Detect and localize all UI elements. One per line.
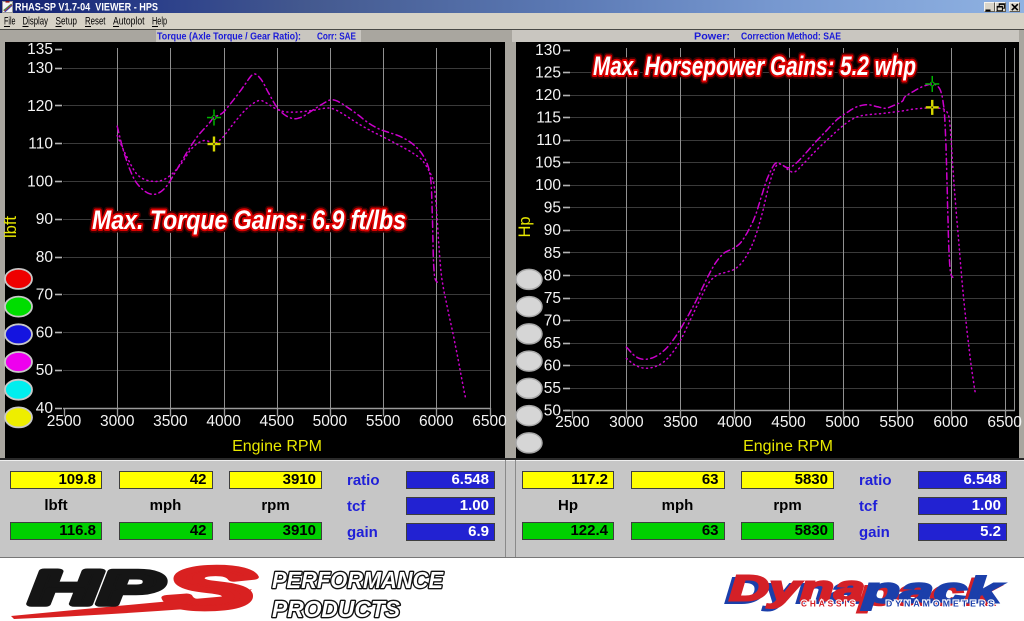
svg-text:70: 70 bbox=[36, 287, 54, 304]
svg-text:105: 105 bbox=[535, 155, 561, 172]
svg-text:60: 60 bbox=[544, 357, 562, 374]
svg-text:6000: 6000 bbox=[419, 413, 454, 430]
svg-text:Torque (Axle Torque / Gear Rat: Torque (Axle Torque / Gear Ratio): bbox=[157, 32, 301, 43]
svg-text:Setup: Setup bbox=[56, 16, 78, 28]
svg-text:75: 75 bbox=[544, 290, 561, 307]
svg-text:50: 50 bbox=[36, 362, 54, 379]
svg-text:110: 110 bbox=[28, 136, 53, 153]
svg-text:CHASSIS: CHASSIS bbox=[801, 599, 858, 609]
svg-text:HP: HP bbox=[30, 561, 163, 614]
svg-text:90: 90 bbox=[36, 211, 54, 228]
svg-text:95: 95 bbox=[544, 200, 561, 217]
svg-text:85: 85 bbox=[544, 245, 561, 262]
svg-text:6500: 6500 bbox=[987, 414, 1022, 431]
svg-text:70: 70 bbox=[544, 312, 562, 329]
svg-text:lbft: lbft bbox=[2, 216, 20, 238]
svg-text:2500: 2500 bbox=[555, 414, 590, 431]
svg-text:130: 130 bbox=[535, 42, 561, 59]
svg-text:DYNAMOMETERS: DYNAMOMETERS bbox=[886, 599, 997, 609]
svg-text:4000: 4000 bbox=[717, 414, 752, 431]
svg-text:65: 65 bbox=[544, 335, 561, 352]
svg-text:3000: 3000 bbox=[609, 414, 644, 431]
svg-text:55: 55 bbox=[544, 380, 561, 397]
svg-text:Display: Display bbox=[23, 16, 49, 28]
svg-text:4000: 4000 bbox=[206, 413, 241, 430]
svg-text:2500: 2500 bbox=[47, 413, 82, 430]
svg-text:4500: 4500 bbox=[771, 414, 806, 431]
svg-text:110: 110 bbox=[536, 132, 561, 149]
svg-text:60: 60 bbox=[36, 324, 54, 341]
svg-text:80: 80 bbox=[544, 267, 562, 284]
svg-text:Help: Help bbox=[152, 16, 167, 28]
svg-text:125: 125 bbox=[535, 65, 561, 82]
svg-text:130: 130 bbox=[27, 60, 53, 77]
svg-text:5000: 5000 bbox=[313, 413, 348, 430]
svg-text:90: 90 bbox=[544, 222, 562, 239]
svg-text:115: 115 bbox=[536, 110, 561, 127]
svg-text:100: 100 bbox=[27, 173, 53, 190]
svg-text:80: 80 bbox=[36, 249, 54, 266]
svg-text:PERFORMANCE: PERFORMANCE bbox=[272, 567, 444, 593]
svg-text:Max. Horsepower Gains: 5.2 wh: Max. Horsepower Gains: 5.2 whp bbox=[593, 51, 916, 81]
svg-text:120: 120 bbox=[535, 87, 561, 104]
svg-text:5000: 5000 bbox=[825, 414, 860, 431]
svg-text:Max. Torque Gains: 6.9 ft/lbs: Max. Torque Gains: 6.9 ft/lbs bbox=[92, 205, 406, 235]
svg-text:S: S bbox=[166, 558, 255, 621]
svg-text:Corr: SAE: Corr: SAE bbox=[317, 32, 356, 43]
svg-text:File: File bbox=[4, 16, 16, 28]
svg-text:Engine RPM: Engine RPM bbox=[743, 438, 833, 455]
svg-text:6000: 6000 bbox=[933, 414, 968, 431]
svg-text:135: 135 bbox=[27, 42, 53, 58]
svg-text:5500: 5500 bbox=[879, 414, 914, 431]
svg-text:3000: 3000 bbox=[100, 413, 135, 430]
svg-text:Autoplot: Autoplot bbox=[113, 16, 145, 28]
svg-text:Hp: Hp bbox=[516, 216, 534, 237]
svg-text:3500: 3500 bbox=[153, 413, 188, 430]
svg-text:Reset: Reset bbox=[85, 16, 106, 28]
svg-text:Engine RPM: Engine RPM bbox=[232, 438, 322, 455]
svg-text:3500: 3500 bbox=[663, 414, 698, 431]
svg-text:PRODUCTS: PRODUCTS bbox=[272, 596, 401, 621]
svg-text:100: 100 bbox=[535, 177, 561, 194]
svg-text:4500: 4500 bbox=[260, 413, 295, 430]
svg-text:120: 120 bbox=[27, 98, 53, 115]
svg-text:Correction Method: SAE: Correction Method: SAE bbox=[741, 32, 841, 43]
svg-text:Power:: Power: bbox=[694, 32, 730, 43]
svg-text:RHAS-SP V1.7-04 VIEWER - HPS: RHAS-SP V1.7-04 VIEWER - HPS bbox=[15, 2, 158, 14]
svg-text:6500: 6500 bbox=[472, 413, 507, 430]
svg-text:5500: 5500 bbox=[366, 413, 401, 430]
